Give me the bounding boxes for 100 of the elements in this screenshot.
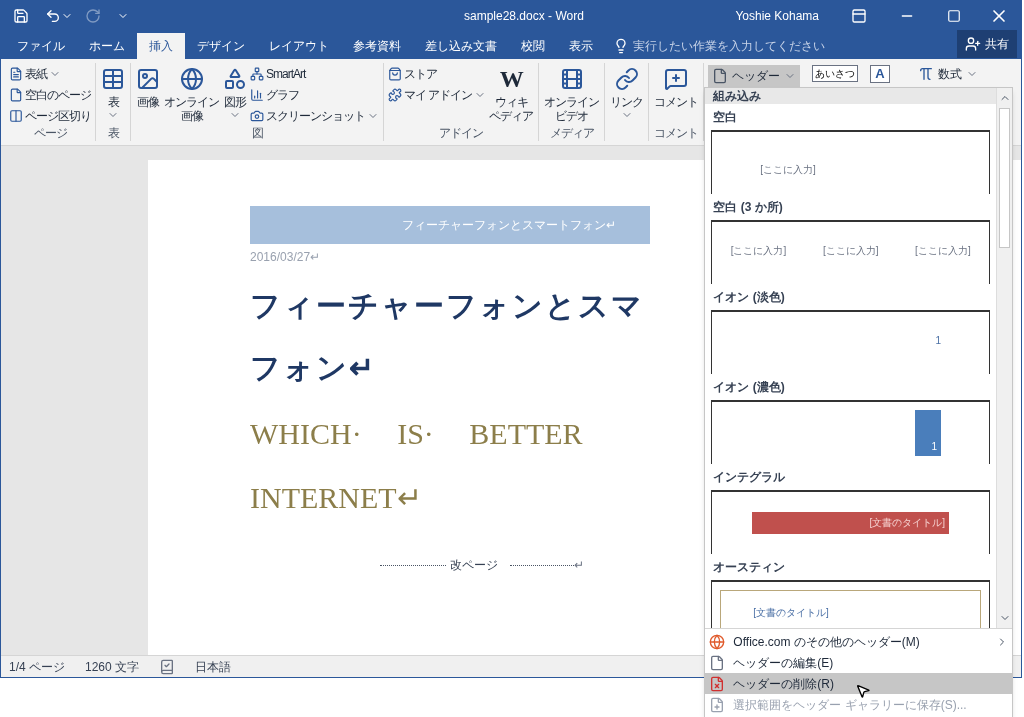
section-heading: 組み込み bbox=[705, 88, 996, 104]
ribbon-button[interactable]: ストア bbox=[387, 63, 488, 84]
ribbon-button[interactable]: マイ アドイン bbox=[387, 84, 488, 105]
gallery-item-label: 空白 bbox=[712, 109, 739, 126]
group-label: コメント bbox=[654, 126, 699, 141]
header-button[interactable]: ヘッダー bbox=[708, 65, 801, 87]
ribbon-button[interactable]: 空白のページ bbox=[8, 84, 92, 105]
user-name: Yoshie Kohama bbox=[735, 8, 819, 25]
ribbon-button[interactable]: スクリーンショット bbox=[249, 105, 380, 126]
gallery-item-label: イオン (淡色) bbox=[712, 289, 786, 306]
ribbon-tab[interactable]: 参考資料 bbox=[341, 33, 413, 59]
gallery-item-label: インテグラル bbox=[712, 469, 787, 486]
ribbon-button[interactable]: 表 bbox=[99, 63, 127, 121]
ribbon-button[interactable]: コメント bbox=[652, 63, 701, 109]
tell-me-field[interactable]: 実行したい作業を入力してください bbox=[633, 37, 843, 55]
picture-icon bbox=[136, 67, 160, 91]
ribbon-button[interactable]: 画像 bbox=[134, 63, 162, 109]
date-text: 2016/03/27↵ bbox=[250, 249, 321, 266]
wikipedia-logo-icon: W bbox=[499, 67, 523, 91]
ribbon-tab[interactable]: 校閲 bbox=[509, 33, 557, 59]
maximize-icon[interactable] bbox=[947, 9, 961, 23]
table-icon bbox=[101, 67, 125, 91]
group-label: ページ bbox=[33, 126, 67, 141]
undo-icon[interactable] bbox=[45, 8, 61, 24]
group-label: 図 bbox=[251, 126, 263, 141]
window-title: sample28.docx - Word bbox=[464, 8, 584, 25]
scrollbar[interactable] bbox=[996, 88, 1012, 628]
ribbon-tab[interactable]: デザイン bbox=[185, 33, 257, 59]
share-button[interactable]: 共有 bbox=[957, 30, 1017, 58]
page-save-icon bbox=[709, 696, 726, 713]
mouse-pointer-icon bbox=[855, 683, 872, 699]
ribbon-display-icon[interactable] bbox=[851, 8, 867, 24]
blank-page-icon bbox=[9, 87, 23, 102]
ribbon-button[interactable]: オンライン ビデオ bbox=[542, 63, 602, 123]
camera-icon bbox=[250, 108, 264, 123]
ribbon-tab[interactable]: 表示 bbox=[557, 33, 605, 59]
globe-icon bbox=[179, 67, 204, 91]
puzzle-icon bbox=[388, 87, 402, 102]
bar-chart-icon bbox=[250, 87, 264, 102]
gallery-item-label: オースティン bbox=[712, 559, 787, 576]
shapes-icon bbox=[223, 67, 247, 91]
ribbon-tab[interactable]: 差し込み文書 bbox=[413, 33, 509, 59]
proofing-icon[interactable] bbox=[159, 658, 176, 675]
menu-item[interactable]: ヘッダーの削除(R) bbox=[705, 673, 1012, 694]
comment-add-icon bbox=[664, 67, 689, 91]
link-icon bbox=[614, 67, 639, 91]
text-box-icon[interactable]: A bbox=[870, 65, 890, 83]
title-text: フォン↵ bbox=[250, 350, 376, 386]
menu-item[interactable]: Office.com のその他のヘッダー(M) bbox=[705, 631, 1012, 652]
ribbon-tab[interactable]: レイアウト bbox=[257, 33, 341, 59]
ribbon-tab[interactable]: ファイル bbox=[5, 33, 77, 59]
greeting-icon[interactable]: あいさつ bbox=[812, 65, 859, 82]
lightbulb-icon bbox=[613, 38, 629, 54]
page-break-label: 改ページ bbox=[449, 557, 499, 574]
subtitle-text: WHICH· IS· BETTER bbox=[250, 416, 583, 452]
page-icon bbox=[709, 654, 726, 671]
scroll-thumb[interactable] bbox=[999, 108, 1010, 248]
placeholder-text: [ここに入力] bbox=[915, 246, 971, 256]
placeholder-text: [ここに入力] bbox=[730, 246, 787, 256]
page-icon bbox=[712, 68, 729, 84]
header-preview[interactable]: [ここに入力] bbox=[711, 130, 990, 194]
placeholder-text: 1 bbox=[931, 442, 937, 452]
ribbon-button[interactable]: グラフ bbox=[249, 84, 380, 105]
header-text: フィーチャーフォンとスマートフォン↵ bbox=[402, 217, 616, 234]
menu-item[interactable]: ヘッダーの編集(E) bbox=[705, 652, 1012, 673]
ribbon-button[interactable]: 図形 bbox=[221, 63, 249, 121]
placeholder-text: [文書のタイトル] bbox=[753, 607, 829, 618]
ribbon-button[interactable]: オンライン 画像 bbox=[162, 63, 221, 123]
header-preview[interactable]: [文書のタイトル] bbox=[711, 490, 990, 554]
subtitle-text: INTERNET↵ bbox=[250, 480, 422, 516]
save-icon[interactable] bbox=[13, 8, 29, 24]
page-count[interactable]: 1/4 ページ bbox=[9, 657, 65, 676]
gallery-item-label: 空白 (3 か所) bbox=[712, 199, 784, 216]
gallery-item-label: イオン (濃色) bbox=[712, 379, 786, 396]
document-icon bbox=[9, 66, 23, 81]
equation-button[interactable]: 数式 bbox=[917, 65, 978, 83]
shopping-bag-icon bbox=[388, 66, 402, 81]
header-preview[interactable]: 1 bbox=[711, 310, 990, 374]
group-label: 表 bbox=[107, 126, 119, 141]
language-indicator[interactable]: 日本語 bbox=[195, 657, 232, 676]
ribbon-button[interactable]: SmartArt bbox=[249, 63, 380, 84]
ribbon-tab[interactable]: 挿入 bbox=[137, 33, 185, 59]
diagram-icon bbox=[250, 66, 264, 81]
globe-icon bbox=[709, 633, 726, 650]
word-count[interactable]: 1260 文字 bbox=[85, 657, 140, 676]
film-icon bbox=[559, 67, 584, 91]
header-preview[interactable]: [ここに入力] [ここに入力] [ここに入力] bbox=[711, 220, 990, 284]
ribbon-button[interactable]: ページ区切り bbox=[8, 105, 92, 126]
ribbon-button[interactable]: W ウィキ ペディア bbox=[487, 63, 536, 123]
placeholder-text: [ここに入力] bbox=[760, 164, 816, 175]
ribbon-tab[interactable]: ホーム bbox=[77, 33, 137, 59]
placeholder-text: 1 bbox=[935, 336, 941, 346]
group-label: アドイン bbox=[439, 126, 484, 141]
header-preview[interactable]: [文書のタイトル] bbox=[711, 580, 990, 628]
ribbon-button[interactable]: 表紙 bbox=[8, 63, 92, 84]
title-text: フィーチャーフォンとスマ bbox=[250, 288, 644, 324]
header-preview[interactable]: 1 bbox=[711, 400, 990, 464]
pi-icon bbox=[917, 66, 934, 82]
ribbon-button[interactable]: リンク bbox=[608, 63, 646, 121]
group-label: メディア bbox=[549, 126, 594, 141]
